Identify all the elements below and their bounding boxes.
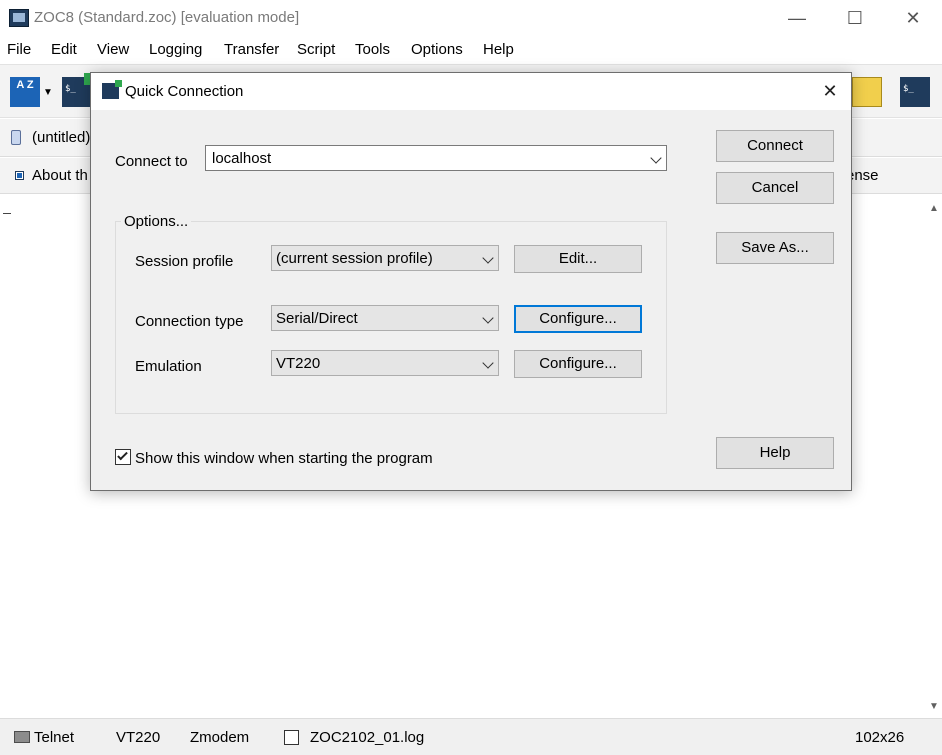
scroll-down-icon[interactable]: ▼ [929,701,939,712]
cancel-button[interactable]: Cancel [716,172,834,204]
session-tab-icon [11,130,21,145]
session-profile-value: (current session profile) [276,250,433,267]
quick-connect-icon[interactable] [62,73,96,107]
dropdown-caret-icon[interactable]: ▼ [43,87,53,98]
menu-view[interactable]: View [97,41,129,58]
emulation-label: Emulation [135,358,202,375]
status-transfer[interactable]: Zmodem [190,729,249,746]
maximize-button[interactable]: ☐ [826,0,884,36]
connect-to-label: Connect to [115,153,188,170]
emulation-select[interactable]: VT220 [271,350,499,376]
close-window-button[interactable]: ✕ [884,0,942,36]
help-button[interactable]: Help [716,437,834,469]
show-window-label[interactable]: Show this window when starting the progr… [135,450,433,467]
telnet-icon [14,731,30,743]
connect-button[interactable]: Connect [716,130,834,162]
chevron-down-icon [482,252,494,264]
menu-tools[interactable]: Tools [355,41,390,58]
menu-edit[interactable]: Edit [51,41,77,58]
session-profile-label: Session profile [135,253,234,270]
quick-connection-dialog: Quick Connection ✕ Connect to localhost … [90,72,852,491]
chevron-down-icon [482,312,494,324]
about-button[interactable]: About th [32,167,88,184]
menu-options[interactable]: Options [411,41,463,58]
menu-help[interactable]: Help [483,41,514,58]
statusbar: Telnet VT220 Zmodem ZOC2102_01.log 102x2… [0,718,942,755]
status-logfile[interactable]: ZOC2102_01.log [310,729,424,746]
configure-connection-button[interactable]: Configure... [514,305,642,333]
menu-logging[interactable]: Logging [149,41,202,58]
terminal-cursor [3,213,11,214]
tab-untitled[interactable]: (untitled) [32,129,90,146]
connection-type-label: Connection type [135,313,244,330]
dialog-titlebar: Quick Connection ✕ [91,73,851,110]
zoc-app-icon [9,9,29,27]
menu-transfer[interactable]: Transfer [224,41,279,58]
chevron-down-icon[interactable] [650,152,662,164]
session-profile-select[interactable]: (current session profile) [271,245,499,271]
quick-connect-dialog-icon [102,80,122,99]
scroll-up-icon[interactable]: ▲ [929,203,939,214]
connect-to-combobox[interactable]: localhost [205,145,667,171]
menu-file[interactable]: File [7,41,31,58]
window-titlebar: ZOC8 (Standard.zoc) [evaluation mode] — … [0,0,942,36]
checkmark-icon [117,449,128,461]
menu-script[interactable]: Script [297,41,335,58]
status-protocol[interactable]: Telnet [34,729,74,746]
save-as-button[interactable]: Save As... [716,232,834,264]
status-emulation[interactable]: VT220 [116,729,160,746]
show-window-checkbox[interactable] [115,449,131,465]
dialog-close-button[interactable]: ✕ [809,73,851,110]
connection-type-select[interactable]: Serial/Direct [271,305,499,331]
folder-icon[interactable] [852,77,882,107]
connection-type-value: Serial/Direct [276,310,358,327]
options-group-label: Options... [121,213,192,230]
vertical-scrollbar[interactable]: ▲ ▼ [924,195,942,717]
configure-emulation-button[interactable]: Configure... [514,350,642,378]
window-title: ZOC8 (Standard.zoc) [evaluation mode] [34,9,300,26]
status-size: 102x26 [855,729,905,746]
logging-checkbox[interactable] [284,730,299,745]
dialog-title: Quick Connection [125,83,244,100]
sort-az-icon[interactable]: A Z [10,77,40,107]
terminal-icon[interactable] [900,77,930,107]
minimize-button[interactable]: — [768,0,826,36]
emulation-value: VT220 [276,355,321,372]
edit-profile-button[interactable]: Edit... [514,245,642,273]
button-bar-icon [15,171,24,180]
connect-to-value: localhost [212,150,272,167]
menubar: File Edit View Logging Transfer Script T… [0,37,942,63]
chevron-down-icon [482,357,494,369]
